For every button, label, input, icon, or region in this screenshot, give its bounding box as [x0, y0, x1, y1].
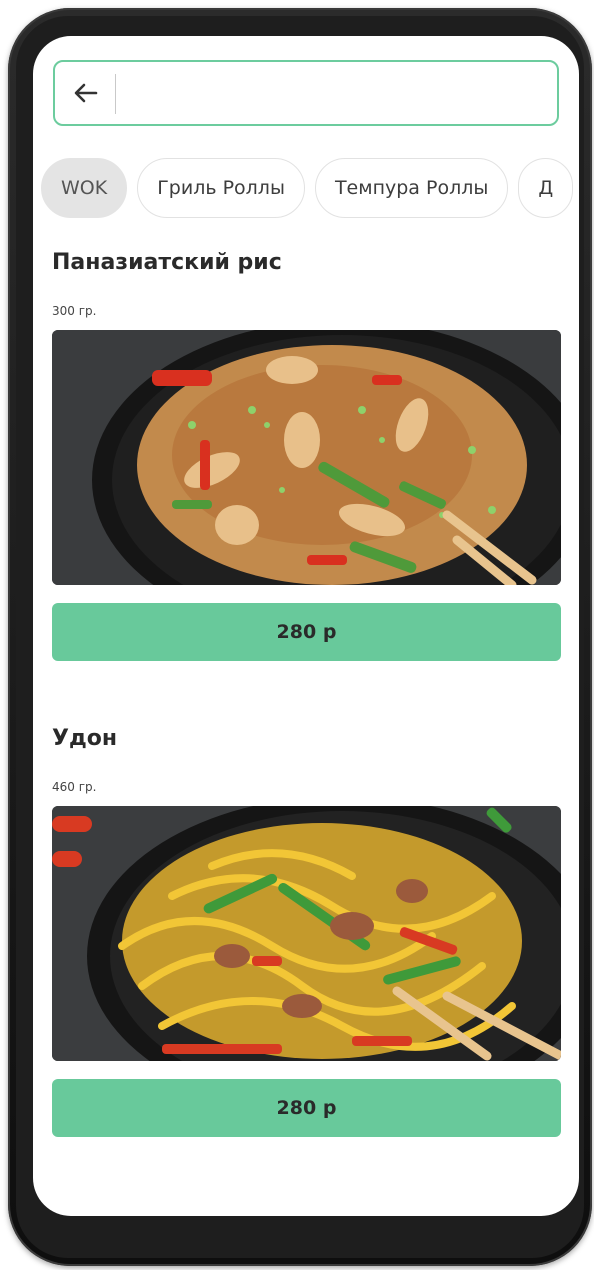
udon-noodles-photo[interactable] — [52, 806, 561, 1061]
product-weight: 300 гр. — [52, 304, 97, 318]
category-chip-tempura-rolls[interactable]: Темпура Роллы — [314, 158, 509, 218]
product-weight: 460 гр. — [52, 780, 97, 794]
app-screen: WOK Гриль Роллы Темпура Роллы Д Паназиатски… — [33, 36, 579, 1216]
fried-rice-photo[interactable] — [52, 330, 561, 585]
back-button[interactable] — [67, 74, 105, 112]
category-chip-partial[interactable]: Д — [518, 158, 574, 218]
text-cursor — [115, 74, 116, 114]
category-chips: WOK Гриль Роллы Темпура Роллы Д — [41, 158, 579, 222]
search-bar[interactable] — [53, 60, 559, 126]
product-title: Удон — [52, 726, 118, 751]
category-chip-grill-rolls[interactable]: Гриль Роллы — [137, 158, 305, 218]
arrow-left-icon — [74, 83, 98, 103]
category-chip-wok[interactable]: WOK — [41, 158, 128, 218]
add-to-cart-button[interactable]: 280 р — [52, 603, 561, 661]
product-title: Паназиатский рис — [52, 250, 282, 275]
search-input[interactable] — [125, 70, 549, 118]
add-to-cart-button[interactable]: 280 р — [52, 1079, 561, 1137]
